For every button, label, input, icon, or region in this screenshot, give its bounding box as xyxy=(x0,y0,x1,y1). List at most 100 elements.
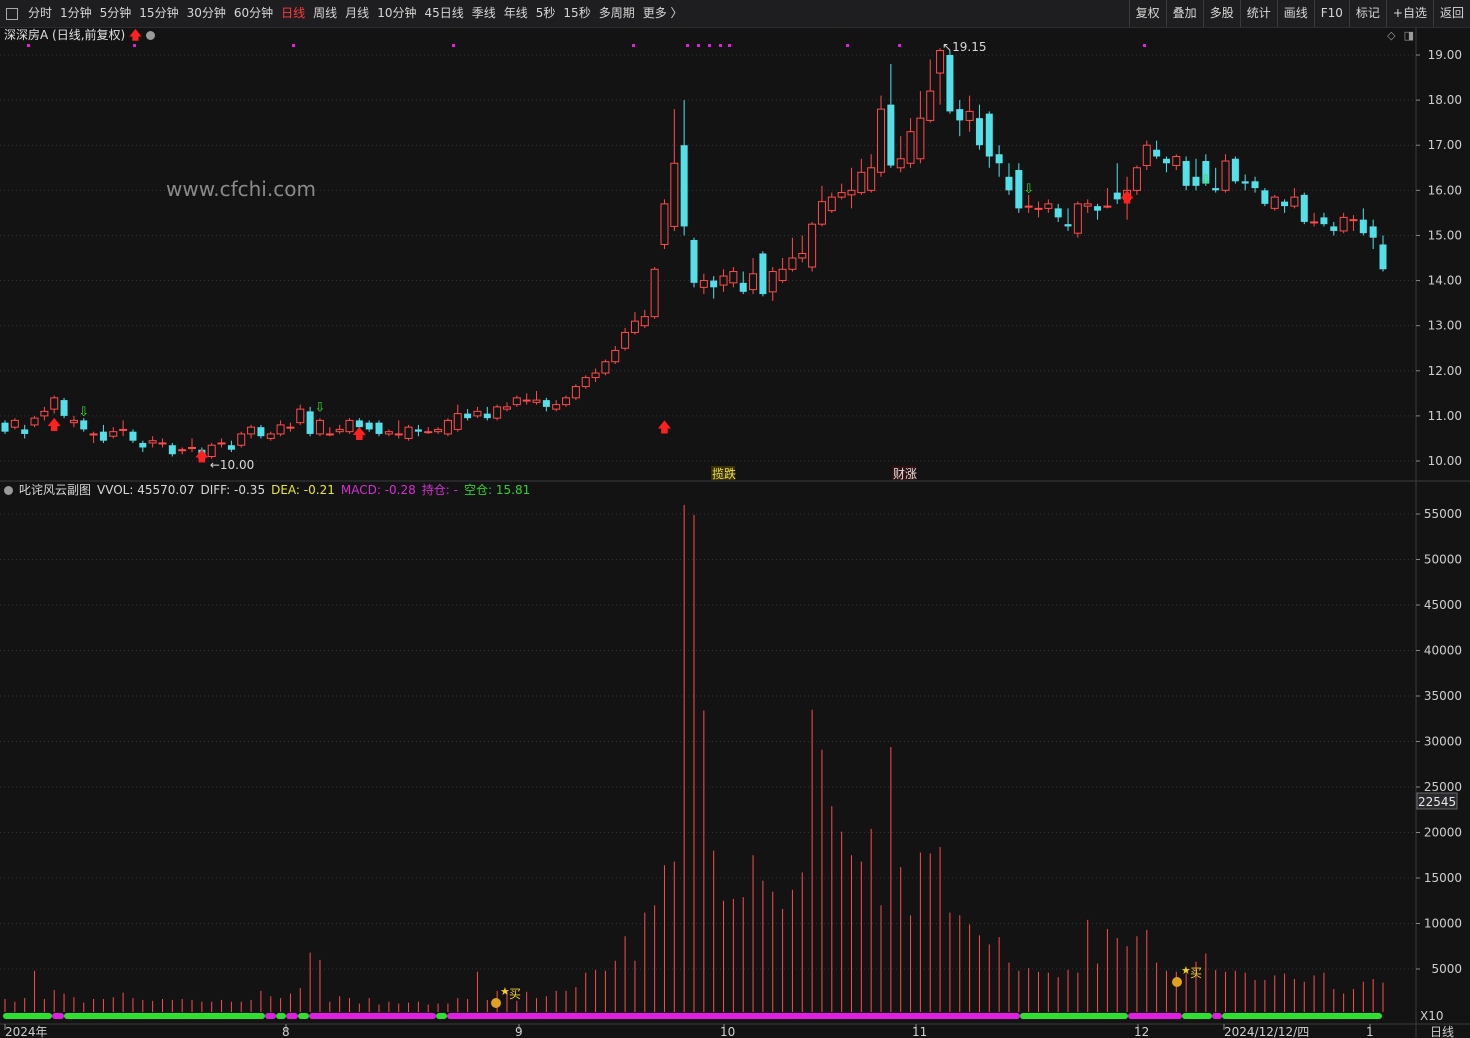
candle-body xyxy=(60,400,68,416)
candle-body xyxy=(1251,181,1259,189)
candle-body xyxy=(158,442,167,445)
candle-body xyxy=(493,406,502,419)
candle-body xyxy=(1241,181,1249,184)
candle-body xyxy=(365,422,373,430)
candle-body xyxy=(857,171,866,194)
buy-arrow-icon: 🡅 xyxy=(47,418,61,434)
candle-body xyxy=(237,433,246,446)
candle-body xyxy=(788,257,797,270)
candle-body xyxy=(286,426,295,429)
candle-body xyxy=(119,428,128,431)
candle-body xyxy=(148,440,157,444)
candle-body xyxy=(1162,158,1170,164)
buy-arrow-icon: 🡅 xyxy=(1120,190,1134,206)
candle-body xyxy=(926,90,935,121)
candle-body xyxy=(1369,226,1377,238)
candle-body xyxy=(1231,158,1239,182)
multiplier-label: X10 xyxy=(1420,1009,1444,1023)
candle-body xyxy=(1270,196,1279,209)
candle-body xyxy=(640,316,649,327)
candle-body xyxy=(827,196,836,212)
position-status-band xyxy=(286,1013,298,1019)
main-y-tick-label: 12.00 xyxy=(1428,364,1462,378)
x-axis-label: 10 xyxy=(720,1025,735,1038)
candle-body xyxy=(601,361,610,374)
tag-label: 揽跌 xyxy=(712,466,736,481)
candle-body xyxy=(40,410,49,417)
position-status-band xyxy=(265,1013,276,1019)
candle-body xyxy=(443,419,452,435)
candle-body xyxy=(1142,144,1151,167)
position-status-band xyxy=(1222,1013,1382,1019)
candle-body xyxy=(660,203,669,245)
main-y-tick-label: 19.00 xyxy=(1428,48,1462,62)
position-status-band xyxy=(298,1013,309,1019)
candle-body xyxy=(1261,190,1269,204)
candle-body xyxy=(109,431,118,437)
candle-body xyxy=(315,419,324,435)
main-y-tick-label: 10.00 xyxy=(1428,454,1462,468)
candle-body xyxy=(30,417,39,426)
chart-canvas[interactable]: 19.00 18.00 17.00 16.00 15.00 14.00 13.00 12.00… xyxy=(0,0,1470,1038)
main-y-tick-label: 16.00 xyxy=(1428,183,1462,197)
candle-body xyxy=(710,280,718,288)
candle-body xyxy=(621,331,630,349)
candle-body xyxy=(1073,203,1082,234)
candle-body xyxy=(1103,205,1112,208)
watermark: www.cfchi.com xyxy=(166,177,316,201)
low-price-label: ←10.00 xyxy=(210,458,254,472)
sub-y-tick-label: 50000 xyxy=(1424,553,1462,567)
x-axis-label: 2024/12/12/四 xyxy=(1224,1025,1309,1038)
candle-body xyxy=(1094,206,1102,211)
candle-body xyxy=(227,445,235,450)
buy-arrow-icon: 🡅 xyxy=(352,427,366,443)
candle-body xyxy=(404,426,413,439)
sell-arrow-icon: ⇩ xyxy=(78,405,89,420)
main-y-tick-label: 17.00 xyxy=(1428,138,1462,152)
candle-body xyxy=(1034,207,1043,210)
candle-body xyxy=(798,252,807,259)
candle-body xyxy=(956,109,964,121)
sub-y-tick-label: 5000 xyxy=(1431,962,1462,976)
candle-body xyxy=(847,189,856,196)
candle-body xyxy=(759,253,767,295)
candle-body xyxy=(877,108,886,173)
candle-body xyxy=(611,349,620,363)
candle-body xyxy=(129,431,137,441)
candle-body xyxy=(581,377,590,388)
signal-dot xyxy=(686,44,689,47)
main-y-tick-label: 13.00 xyxy=(1428,319,1462,333)
main-y-tick-label: 11.00 xyxy=(1428,409,1462,423)
main-y-tick-label: 14.00 xyxy=(1428,274,1462,288)
signal-dot xyxy=(133,44,136,47)
candle-body xyxy=(1349,219,1358,222)
candle-body xyxy=(1054,208,1062,218)
candle-body xyxy=(80,420,88,430)
signal-dot xyxy=(27,44,30,47)
signal-dot xyxy=(719,44,722,47)
position-status-band xyxy=(1128,1013,1182,1019)
candle-body xyxy=(1212,188,1220,191)
main-y-tick-label: 18.00 xyxy=(1428,93,1462,107)
buy-arrow-icon: 🡅 xyxy=(195,449,209,465)
candle-body xyxy=(464,413,472,419)
candle-body xyxy=(1290,196,1299,207)
candle-body xyxy=(1359,219,1367,234)
candle-body xyxy=(247,426,256,435)
candle-body xyxy=(690,239,698,283)
candle-body xyxy=(946,55,954,112)
candle-body xyxy=(650,268,659,318)
main-y-tick-label: 15.00 xyxy=(1428,228,1462,242)
candle-body xyxy=(719,275,728,286)
candle-body xyxy=(394,433,403,436)
candle-body xyxy=(296,408,305,424)
sub-y-tick-label: 15000 xyxy=(1424,871,1462,885)
candle-body xyxy=(729,271,738,284)
candle-body xyxy=(906,131,915,164)
candle-body xyxy=(1310,221,1319,224)
candle-body xyxy=(808,223,817,268)
current-value-label: 22545 xyxy=(1418,795,1456,809)
sub-y-tick-label: 55000 xyxy=(1424,507,1462,521)
candle-body xyxy=(699,280,708,288)
candle-body xyxy=(257,427,265,437)
